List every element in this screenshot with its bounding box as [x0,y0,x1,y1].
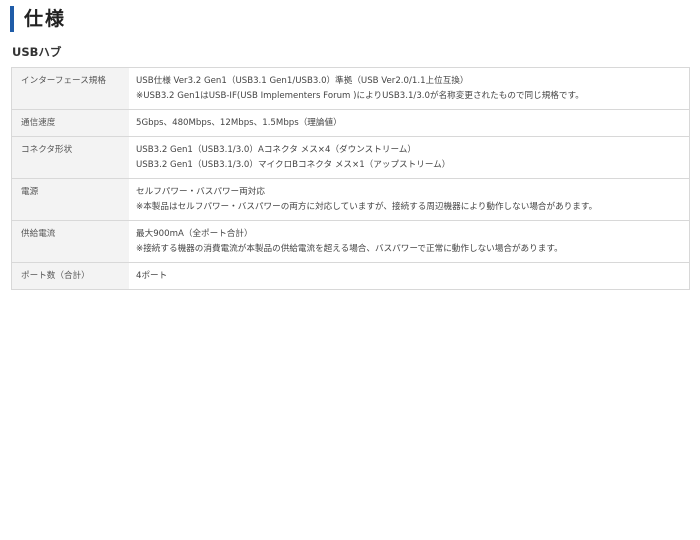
spec-value-line: 4ポート [136,271,168,281]
spec-value-line: USB3.2 Gen1（USB3.1/3.0）Aコネクタ メス×4（ダウンストリ… [136,145,416,155]
spec-label: インターフェース規格 [11,67,129,110]
spec-row-speed: 通信速度 5Gbps、480Mbps、12Mbps、1.5Mbps（理論値） [11,109,690,137]
spec-value-line: USB3.2 Gen1（USB3.1/3.0）マイクロBコネクタ メス×1（アッ… [136,160,451,170]
section-title: USBハブ [12,45,62,59]
spec-table: インターフェース規格 USB仕様 Ver3.2 Gen1（USB3.1 Gen1… [11,67,690,290]
spec-value: 5Gbps、480Mbps、12Mbps、1.5Mbps（理論値） [129,109,690,137]
spec-value-note: ※本製品はセルフパワー・バスパワーの両方に対応していますが、接続する周辺機器によ… [136,202,598,212]
spec-label: コネクタ形状 [11,136,129,179]
spec-value: セルフパワー・バスパワー両対応 ※本製品はセルフパワー・バスパワーの両方に対応し… [129,178,690,221]
spec-value: USB仕様 Ver3.2 Gen1（USB3.1 Gen1/USB3.0）準拠（… [129,67,690,110]
spec-label: 電源 [11,178,129,221]
spec-label: ポート数（合計） [11,262,129,290]
spec-value-note: ※接続する機器の消費電流が本製品の供給電流を超える場合、バスパワーで正常に動作し… [136,244,563,254]
spec-row-power: 電源 セルフパワー・バスパワー両対応 ※本製品はセルフパワー・バスパワーの両方に… [11,178,690,221]
spec-label: 通信速度 [11,109,129,137]
page-title: 仕様 [10,6,66,32]
spec-row-connector: コネクタ形状 USB3.2 Gen1（USB3.1/3.0）Aコネクタ メス×4… [11,136,690,179]
spec-row-current: 供給電流 最大900mA（全ポート合計） ※接続する機器の消費電流が本製品の供給… [11,220,690,263]
spec-value-line: 最大900mA（全ポート合計） [136,229,253,239]
spec-row-interface: インターフェース規格 USB仕様 Ver3.2 Gen1（USB3.1 Gen1… [11,67,690,110]
spec-value-line: 5Gbps、480Mbps、12Mbps、1.5Mbps（理論値） [136,118,342,128]
spec-value: 最大900mA（全ポート合計） ※接続する機器の消費電流が本製品の供給電流を超え… [129,220,690,263]
spec-value: USB3.2 Gen1（USB3.1/3.0）Aコネクタ メス×4（ダウンストリ… [129,136,690,179]
spec-value-line: セルフパワー・バスパワー両対応 [136,187,265,197]
spec-value: 4ポート [129,262,690,290]
spec-value-line: USB仕様 Ver3.2 Gen1（USB3.1 Gen1/USB3.0）準拠（… [136,76,469,86]
spec-value-note: ※USB3.2 Gen1はUSB-IF(USB Implementers For… [136,91,584,101]
spec-label: 供給電流 [11,220,129,263]
spec-row-ports: ポート数（合計） 4ポート [11,262,690,290]
